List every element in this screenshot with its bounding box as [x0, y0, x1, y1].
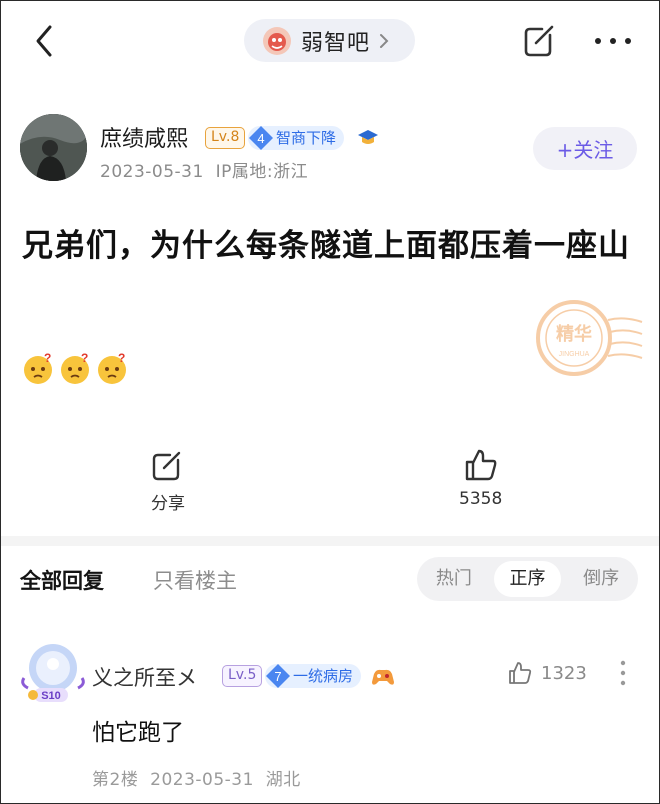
- commenter-name[interactable]: 义之所至メ: [92, 662, 197, 692]
- svg-text:?: ?: [118, 352, 125, 365]
- stamp-subtext: JINGHUA: [559, 351, 590, 358]
- thumbs-up-icon: [465, 449, 497, 481]
- comment-text: 怕它跑了: [92, 720, 184, 746]
- share-label: 分享: [151, 494, 185, 514]
- forum-avatar-icon: [263, 26, 291, 55]
- comment-date: 2023-05-31: [150, 770, 254, 790]
- graduation-cap-icon: [358, 130, 378, 144]
- sort-descending[interactable]: 倒序: [567, 561, 635, 597]
- post-meta: 2023-05-31 IP属地:浙江: [100, 157, 308, 182]
- comment-meta: 第2楼 2023-05-31 湖北: [92, 765, 301, 790]
- confused-face-icon: ?: [98, 352, 126, 384]
- svg-text:?: ?: [44, 352, 51, 365]
- forum-name: 弱智吧: [301, 30, 371, 56]
- gem-badge-icon: 7: [266, 664, 290, 688]
- commenter-avatar[interactable]: S10: [20, 640, 86, 706]
- svg-text:4: 4: [257, 131, 264, 146]
- forum-pill[interactable]: 弱智吧: [244, 19, 415, 62]
- author-level-badge: Lv.8: [205, 127, 246, 149]
- sort-toggle: 热门 正序 倒序: [417, 557, 638, 601]
- comment-like[interactable]: 1323: [507, 660, 587, 686]
- avatar-tag: S10: [41, 690, 61, 702]
- vertical-ellipsis-icon[interactable]: [620, 659, 626, 687]
- tab-all-replies[interactable]: 全部回复: [20, 565, 104, 595]
- game-controller-icon: [372, 669, 394, 685]
- follow-button[interactable]: +关注: [533, 127, 637, 170]
- like-count: 5358: [459, 489, 503, 509]
- confused-face-icon: ?: [61, 352, 89, 384]
- comment-floor: 第2楼: [92, 770, 139, 790]
- svg-text:?: ?: [81, 352, 88, 365]
- post-date: 2023-05-31: [100, 162, 204, 182]
- author-title-badge: 4 智商下降: [248, 126, 345, 150]
- sort-ascending[interactable]: 正序: [493, 561, 562, 597]
- svg-text:7: 7: [274, 669, 281, 684]
- chevron-right-icon: [380, 33, 389, 48]
- comment-like-count: 1323: [541, 662, 587, 684]
- share-edit-icon[interactable]: [522, 21, 558, 59]
- stamp-text: 精华: [556, 323, 592, 345]
- post-ip: IP属地:浙江: [215, 162, 309, 182]
- comment-location: 湖北: [265, 770, 301, 790]
- tab-op-only[interactable]: 只看楼主: [153, 565, 237, 595]
- back-chevron-icon[interactable]: [30, 24, 60, 58]
- commenter-level-badge: Lv.5: [222, 665, 263, 687]
- like-action[interactable]: 5358: [459, 447, 502, 509]
- commenter-title-text: 一统病房: [293, 667, 354, 685]
- commenter-title-badge: 7 一统病房: [265, 664, 362, 688]
- emoji-row: ? ? ?: [22, 352, 129, 385]
- sort-hot[interactable]: 热门: [420, 561, 488, 597]
- author-name[interactable]: 庶绩咸熙: [100, 121, 188, 153]
- section-divider: [0, 536, 660, 546]
- share-action[interactable]: 分享: [150, 447, 186, 514]
- gem-badge-icon: 4: [249, 126, 273, 150]
- confused-face-icon: ?: [24, 352, 52, 384]
- ellipsis-icon[interactable]: [593, 36, 633, 46]
- author-title-text: 智商下降: [276, 129, 337, 147]
- essence-stamp: 精华 JINGHUA: [536, 300, 643, 376]
- author-avatar[interactable]: [20, 114, 87, 181]
- post-title: 兄弟们，为什么每条隧道上面都压着一座山: [22, 228, 630, 264]
- thumbs-up-icon: [509, 662, 532, 684]
- share-icon: [152, 451, 181, 481]
- author-avatar-image: [20, 114, 87, 181]
